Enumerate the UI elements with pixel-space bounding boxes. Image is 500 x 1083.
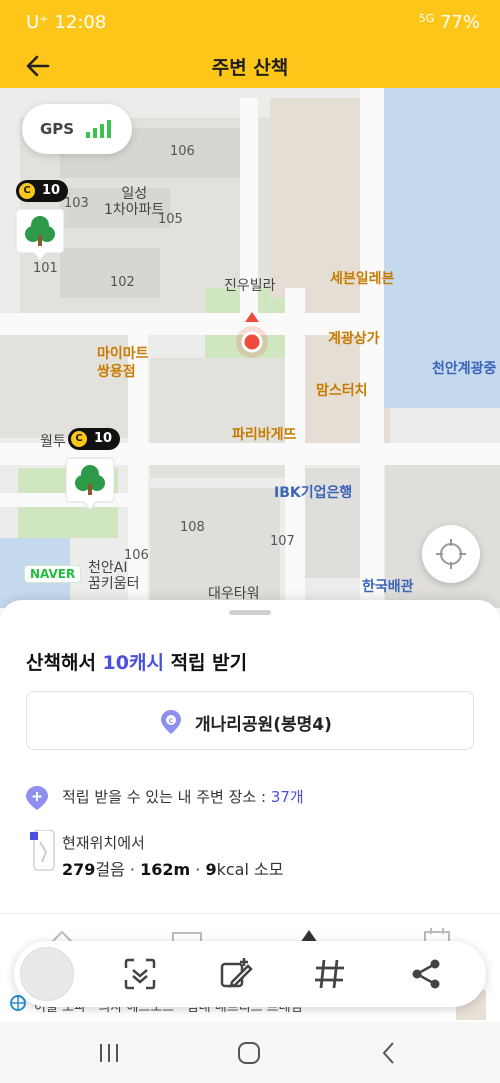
walk-stats: 279걸음 · 162m · 9kcal 소모 [62,856,283,880]
reward-title: 산책해서 10캐시 적립 받기 [26,648,247,675]
hashtag-icon[interactable] [312,956,348,992]
coin-amount: 10 [42,183,61,198]
title-highlight: 10캐시 [102,652,164,674]
map-label-107: 107 [270,534,295,549]
floating-toolbar [14,941,486,1007]
nearby-label: 적립 받을 수 있는 내 주변 장소 : [62,788,271,806]
map-label-108: 108 [180,520,205,535]
poi-gyegwang[interactable]: 계광상가 [328,330,380,348]
kcal-value: 9 [205,860,217,879]
plus-pin-icon [26,786,48,810]
map-label-105: 105 [158,212,183,227]
back-nav-icon[interactable] [376,1040,402,1066]
scan-icon[interactable] [122,956,158,992]
gps-status-pill: GPS [22,104,132,154]
current-location-marker [236,312,268,358]
poi-paris-baguette[interactable]: 파리바게뜨 [232,426,296,444]
title-prefix: 산책해서 [26,652,103,674]
coin-amount: 10 [94,431,113,446]
share-icon[interactable] [408,956,444,992]
svg-text:c: c [169,716,173,725]
tree-icon [65,457,115,511]
poi-hanguk[interactable]: 한국배관 [362,578,414,596]
home-nav-icon[interactable] [236,1040,262,1066]
gps-label: GPS [40,120,75,138]
tree-marker[interactable] [64,454,116,512]
page-title: 주변 산책 [211,57,289,79]
network-label: 5G [418,12,435,25]
map-label-101: 101 [33,261,58,276]
coin-icon: C [19,183,35,199]
steps-unit: 걸음 · [95,860,141,879]
poi-momstouch[interactable]: 맘스터치 [316,382,368,400]
status-right: 5G 77% [419,12,480,33]
steps-value: 279 [62,860,96,879]
edit-plus-icon[interactable] [218,956,254,992]
coin-icon: C [71,431,87,447]
sheet-handle[interactable] [229,610,271,615]
tree-marker[interactable] [14,205,66,263]
clock: 12:08 [54,12,107,33]
coin-badge: C 10 [68,428,121,450]
crosshair-icon [436,539,466,569]
map-label-woltu: 월투 [40,434,66,450]
title-suffix: 적립 받기 [163,652,248,674]
place-name: 개나리공원(봉명4) [195,715,332,735]
locate-button[interactable] [422,525,480,583]
poi-cheonan-gyegwang[interactable]: 천안계광중 [432,360,496,378]
signal-bars-icon [86,120,111,138]
poi-maimart[interactable]: 마이마트 쌍용점 [97,345,149,381]
map-label-cheonan-ai: 천안AI 꿈키움터 [88,560,140,592]
nearby-count: 37개 [270,788,304,806]
bottom-sheet: 산책해서 10캐시 적립 받기 c 개나리공원(봉명4) 적립 받을 수 있는 … [0,600,500,920]
map-label-ilsung: 일성 1차아파트 [104,186,165,218]
coin-badge: C 10 [16,180,69,202]
place-pin-icon: c [161,710,181,734]
map-label-102: 102 [110,275,135,290]
status-left: U⁺ 12:08 [26,12,106,33]
map-view[interactable]: 106 103 일성 1차아파트 105 101 102 진우빌라 세븐일레븐 … [0,88,500,608]
walk-label: 현재위치에서 [62,834,145,852]
app-header: 주변 산책 [0,44,500,88]
tree-icon [15,208,65,262]
map-label-jinwoo: 진우빌라 [224,278,276,294]
system-nav-bar [0,1022,500,1083]
poi-ibk-bank[interactable]: IBK기업은행 [274,484,352,502]
recents-icon[interactable] [96,1040,122,1066]
map-label-103: 103 [64,196,89,211]
place-button[interactable]: c 개나리공원(봉명4) [26,691,474,750]
screenshot-thumbnail[interactable] [20,947,74,1001]
naver-logo: NAVER [24,565,82,583]
nearby-places-row: 적립 받을 수 있는 내 주변 장소 : 37개 [26,786,304,810]
poi-seven-eleven[interactable]: 세븐일레븐 [330,270,394,288]
status-bar: U⁺ 12:08 5G 77% [0,0,500,44]
battery-level: 77% [439,12,480,33]
walk-map-icon [30,830,55,871]
carrier-label: U⁺ [26,12,49,33]
distance-value: 162m [140,860,191,879]
kcal-unit: kcal 소모 [216,860,284,879]
distance-sep: · [190,860,206,879]
map-label-106: 106 [170,144,195,159]
